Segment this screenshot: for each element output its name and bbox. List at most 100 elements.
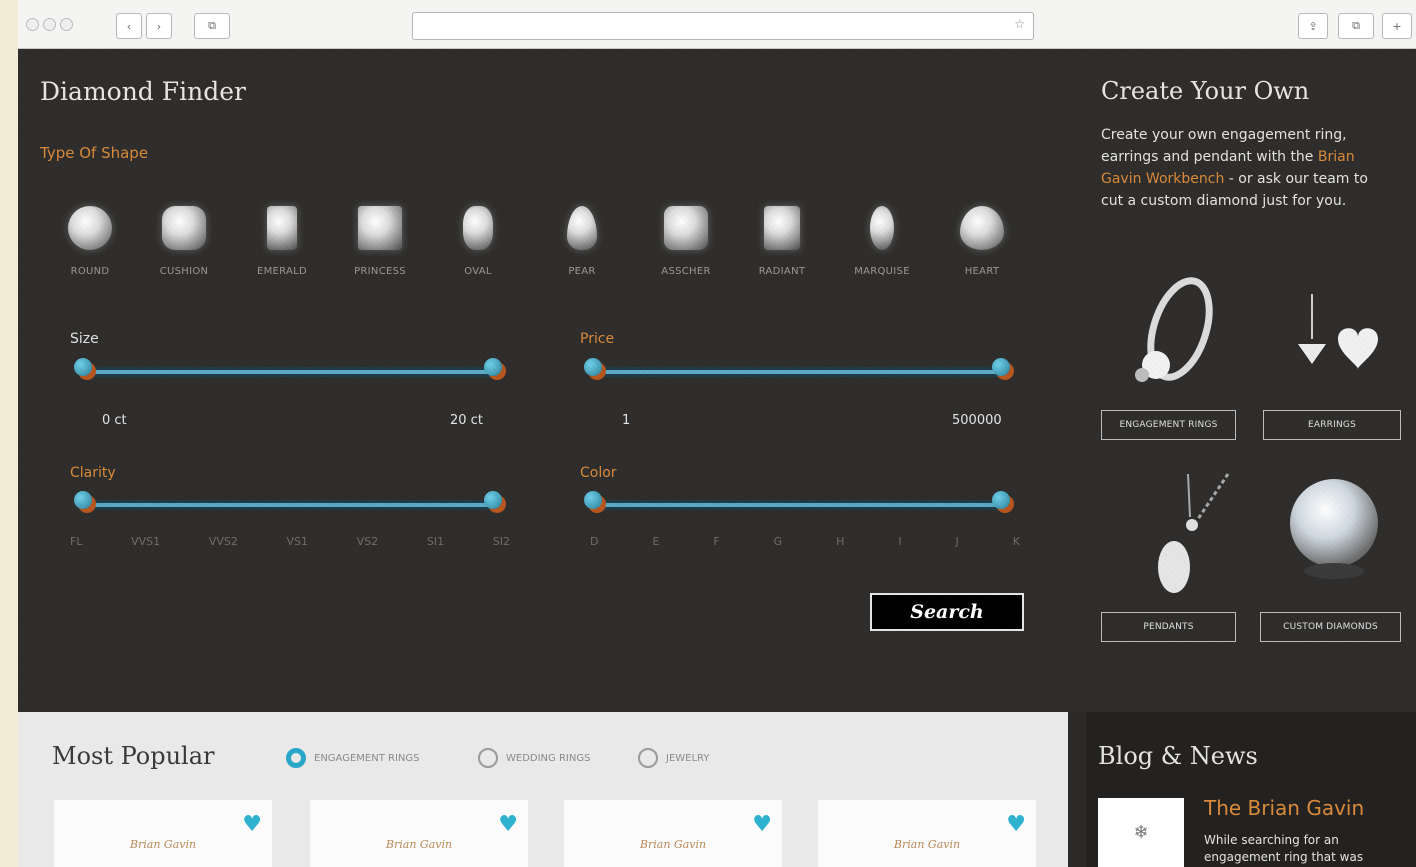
cyo-text-start: Create your own engagement ring, earring… — [1101, 127, 1347, 165]
clarity-label: Clarity — [70, 465, 116, 481]
shape-heading: Type Of Shape — [40, 144, 149, 162]
clarity-tick: VS2 — [356, 535, 379, 548]
shape-marquise[interactable]: MARQUISE — [834, 206, 930, 277]
sidebar-toggle-button[interactable]: ⧉ — [194, 13, 230, 39]
clarity-tick: FL — [70, 535, 83, 548]
browser-window: ‹ › ⧉ ☆ ⇪ ⧉ + Diamond Finder Type Of Sha… — [18, 0, 1416, 867]
custom-diamond-icon — [1290, 479, 1378, 579]
color-label: Color — [580, 465, 617, 481]
shape-emerald[interactable]: EMERALD — [234, 206, 330, 277]
blog-snippet: While searching for an engagement ring t… — [1204, 833, 1364, 864]
shape-label: OVAL — [464, 266, 492, 277]
product-card[interactable]: ♥ Brian Gavin — [818, 800, 1036, 867]
snowflake-icon: ❄ — [1133, 822, 1149, 843]
shape-cushion[interactable]: CUSHION — [136, 206, 232, 277]
favorite-heart-icon[interactable]: ♥ — [1006, 812, 1026, 837]
minimize-window-button[interactable] — [43, 18, 56, 31]
star-icon[interactable]: ☆ — [1014, 17, 1025, 31]
radio-jewelry[interactable]: JEWELRY — [638, 748, 709, 768]
size-min-value: 0 ct — [102, 413, 127, 428]
custom-diamonds-button[interactable]: CUSTOM DIAMONDS — [1260, 612, 1401, 642]
forward-button[interactable]: › — [146, 13, 172, 39]
shape-radiant[interactable]: RADIANT — [734, 206, 830, 277]
clarity-tick: SI1 — [426, 535, 445, 548]
favorite-heart-icon[interactable]: ♥ — [242, 812, 262, 837]
product-card[interactable]: ♥ Brian Gavin — [564, 800, 782, 867]
price-slider-track[interactable] — [598, 370, 1006, 374]
shape-heart[interactable]: HEART — [934, 206, 1030, 277]
price-min-handle[interactable] — [584, 358, 602, 376]
favorite-heart-icon[interactable]: ♥ — [752, 812, 772, 837]
shape-oval[interactable]: OVAL — [430, 206, 526, 277]
blog-headline[interactable]: The Brian Gavin — [1204, 796, 1364, 820]
shape-label: MARQUISE — [854, 266, 910, 277]
new-tab-button[interactable]: + — [1382, 13, 1412, 39]
color-slider-track[interactable] — [598, 503, 1006, 507]
pendants-button[interactable]: PENDANTS — [1101, 612, 1236, 642]
color-tick: I — [898, 535, 902, 548]
princess-diamond-icon — [358, 206, 402, 250]
clarity-tick: SI2 — [492, 535, 510, 548]
create-your-own-title: Create Your Own — [1101, 77, 1310, 105]
maximize-window-button[interactable] — [60, 18, 73, 31]
radio-wedding-rings[interactable]: WEDDING RINGS — [478, 748, 590, 768]
create-your-own-text: Create your own engagement ring, earring… — [1101, 124, 1376, 212]
size-slider-track[interactable] — [88, 370, 492, 374]
color-tick: F — [713, 535, 720, 548]
color-max-handle[interactable] — [992, 491, 1010, 509]
share-button[interactable]: ⇪ — [1298, 13, 1328, 39]
shape-princess[interactable]: PRINCESS — [332, 206, 428, 277]
card-logo: Brian Gavin — [639, 838, 707, 851]
radio-engagement-rings[interactable]: ENGAGEMENT RINGS — [286, 748, 419, 768]
size-min-handle[interactable] — [74, 358, 92, 376]
product-card[interactable]: ♥ Brian Gavin — [310, 800, 528, 867]
radio-label: WEDDING RINGS — [506, 752, 591, 764]
color-min-handle[interactable] — [584, 491, 602, 509]
shape-label: ASSCHER — [661, 266, 711, 277]
pear-diamond-icon — [567, 206, 597, 250]
diamond-finder-section: Diamond Finder Type Of Shape ROUND CUSHI… — [18, 49, 1416, 712]
card-logo: Brian Gavin — [385, 838, 453, 851]
clarity-slider-track[interactable] — [88, 503, 492, 507]
address-bar[interactable]: ☆ — [412, 12, 1034, 40]
card-logo: Brian Gavin — [129, 838, 197, 851]
price-min-value: 1 — [622, 413, 631, 428]
blog-thumbnail[interactable]: ❄ — [1098, 798, 1184, 867]
browser-toolbar: ‹ › ⧉ ☆ ⇪ ⧉ + — [18, 0, 1416, 49]
pendant-icon — [1158, 473, 1230, 593]
engagement-rings-button[interactable]: ENGAGEMENT RINGS — [1101, 410, 1236, 440]
size-max-value: 20 ct — [450, 413, 483, 428]
shape-asscher[interactable]: ASSCHER — [638, 206, 734, 277]
clarity-min-handle[interactable] — [74, 491, 92, 509]
color-ticks: D E F G H I J K — [590, 535, 1020, 548]
cushion-diamond-icon — [162, 206, 206, 250]
radio-label: JEWELRY — [666, 752, 710, 764]
earrings-button[interactable]: EARRINGS — [1263, 410, 1401, 440]
color-tick: J — [955, 535, 959, 548]
clarity-max-handle[interactable] — [484, 491, 502, 509]
window-controls — [26, 18, 73, 31]
close-window-button[interactable] — [26, 18, 39, 31]
color-tick: H — [836, 535, 845, 548]
price-label: Price — [580, 331, 615, 347]
radiant-diamond-icon — [764, 206, 800, 250]
back-button[interactable]: ‹ — [116, 13, 142, 39]
price-max-value: 500000 — [952, 413, 1002, 428]
price-max-handle[interactable] — [992, 358, 1010, 376]
size-max-handle[interactable] — [484, 358, 502, 376]
color-tick: D — [590, 535, 599, 548]
search-button[interactable]: Search — [870, 593, 1024, 631]
radio-unselected-icon — [638, 748, 658, 768]
favorite-heart-icon[interactable]: ♥ — [498, 812, 518, 837]
marquise-diamond-icon — [870, 206, 894, 250]
heart-diamond-icon — [960, 206, 1004, 250]
color-tick: G — [773, 535, 783, 548]
product-card[interactable]: ♥ Brian Gavin — [54, 800, 272, 867]
shape-pear[interactable]: PEAR — [534, 206, 630, 277]
oval-diamond-icon — [463, 206, 493, 250]
asscher-diamond-icon — [664, 206, 708, 250]
diamond-finder-title: Diamond Finder — [40, 77, 246, 106]
tabs-button[interactable]: ⧉ — [1338, 13, 1374, 39]
radio-unselected-icon — [478, 748, 498, 768]
shape-round[interactable]: ROUND — [42, 206, 138, 277]
